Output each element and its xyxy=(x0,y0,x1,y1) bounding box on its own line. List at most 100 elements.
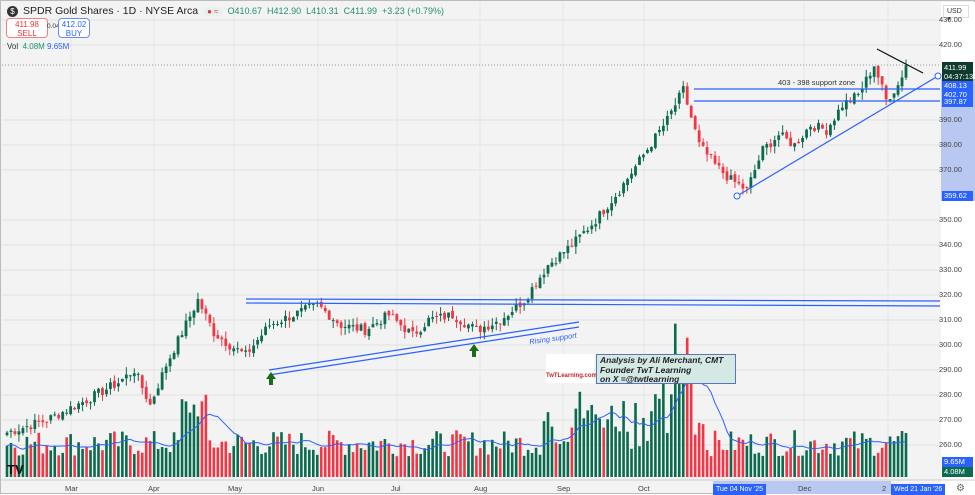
candle xyxy=(435,315,439,317)
volume-bar xyxy=(769,433,773,477)
volume-bar xyxy=(479,448,482,477)
candle xyxy=(789,137,793,146)
volume-bar xyxy=(614,426,617,477)
y-tick-label: 260.00 xyxy=(939,440,962,449)
candle xyxy=(61,412,65,420)
candle xyxy=(303,305,307,310)
volume-bar xyxy=(439,433,442,477)
candle xyxy=(415,331,419,334)
candle xyxy=(757,160,761,169)
price-chart[interactable] xyxy=(1,1,975,495)
candle xyxy=(594,224,598,227)
volume-bar xyxy=(423,448,426,477)
volume-bar xyxy=(876,452,880,477)
candle xyxy=(327,310,331,320)
volume-bar xyxy=(331,435,335,477)
candle xyxy=(144,386,148,399)
candle xyxy=(474,325,478,327)
support-zone-label[interactable]: 403 - 398 support zone xyxy=(778,78,855,87)
candle xyxy=(367,328,371,337)
volume-bar xyxy=(148,440,152,477)
trendline-handle[interactable] xyxy=(934,72,942,80)
candle xyxy=(5,432,9,436)
volume-bar xyxy=(475,455,478,477)
volume-bar xyxy=(371,441,375,477)
analysis-note[interactable]: Analysis by Ali Merchant, CMT Founder TwT… xyxy=(596,354,736,384)
volume-bar xyxy=(845,437,848,477)
volume-bar xyxy=(129,445,132,477)
candle xyxy=(896,85,900,95)
volume-value: 4.08M xyxy=(22,42,45,51)
symbol-title[interactable]: SPDR Gold Shares · 1D · NYSE Arca xyxy=(23,5,198,17)
volume-bar xyxy=(506,440,510,477)
candle xyxy=(709,153,713,156)
candle xyxy=(113,380,116,388)
volume-bar xyxy=(713,430,717,477)
tradingview-logo-icon[interactable]: TV xyxy=(7,462,24,477)
bar-countdown: 04:37:13 xyxy=(944,72,974,81)
candle xyxy=(705,147,709,155)
candle xyxy=(248,349,252,352)
candle xyxy=(538,277,542,289)
ohlc-high: H412.90 xyxy=(267,6,302,16)
buy-button[interactable]: 412.02 BUY xyxy=(58,18,90,38)
candle xyxy=(339,322,343,328)
volume-bar xyxy=(204,394,208,477)
candle xyxy=(661,125,665,132)
candle xyxy=(638,156,641,165)
volume-bar xyxy=(693,434,697,477)
candle xyxy=(717,162,721,166)
sell-button[interactable]: 411.98 SELL xyxy=(6,18,48,38)
volume-bar xyxy=(220,441,224,477)
candle xyxy=(486,326,490,330)
candle xyxy=(785,132,789,139)
candle xyxy=(606,209,610,214)
market-status-icon[interactable]: ● ≈ xyxy=(203,6,223,16)
candle xyxy=(77,403,81,410)
volume-bar xyxy=(566,441,570,477)
volume-bar xyxy=(562,441,566,477)
candle xyxy=(319,301,323,307)
candle xyxy=(268,325,271,327)
volume-bar xyxy=(97,443,100,477)
volume-bar xyxy=(733,449,737,477)
trendline-handle[interactable] xyxy=(733,192,741,200)
y-tick-label: 270.00 xyxy=(939,415,962,424)
candle xyxy=(244,350,248,352)
volume-bar xyxy=(419,453,422,477)
candle xyxy=(13,431,17,434)
volume-bar xyxy=(522,455,526,477)
candle xyxy=(490,325,494,330)
x-tick-label: Jun xyxy=(312,484,325,493)
candle xyxy=(196,298,200,313)
settings-gear-icon[interactable]: ⚙ xyxy=(956,483,965,494)
volume-bar xyxy=(761,455,765,477)
candle xyxy=(622,183,625,194)
chart-window: $ SPDR Gold Shares · 1D · NYSE Arca ● ≈ … xyxy=(0,0,975,495)
candle xyxy=(240,348,244,352)
volume-bar xyxy=(849,438,852,477)
candle xyxy=(626,178,629,186)
candle xyxy=(793,143,797,147)
volume-bar xyxy=(530,453,534,477)
candle xyxy=(892,93,896,98)
candle xyxy=(299,308,303,312)
candle xyxy=(530,287,534,299)
candle xyxy=(471,324,474,327)
candle xyxy=(737,181,741,184)
candle xyxy=(665,115,669,125)
candle xyxy=(351,325,355,327)
volume-bar xyxy=(825,443,828,477)
volume-bar xyxy=(837,455,840,477)
volume-bar xyxy=(319,447,323,477)
candle xyxy=(423,327,427,331)
x-tick-label: Jul xyxy=(391,484,401,493)
volume-bar xyxy=(375,450,379,477)
volume-bar xyxy=(144,437,148,477)
candle xyxy=(836,109,840,121)
volume-bar xyxy=(240,436,243,477)
volume-legend[interactable]: Vol 4.08M 9.65M xyxy=(7,42,69,51)
candle xyxy=(602,210,606,215)
x-tick-label: Sep xyxy=(557,484,571,493)
volume-bar xyxy=(343,454,347,477)
